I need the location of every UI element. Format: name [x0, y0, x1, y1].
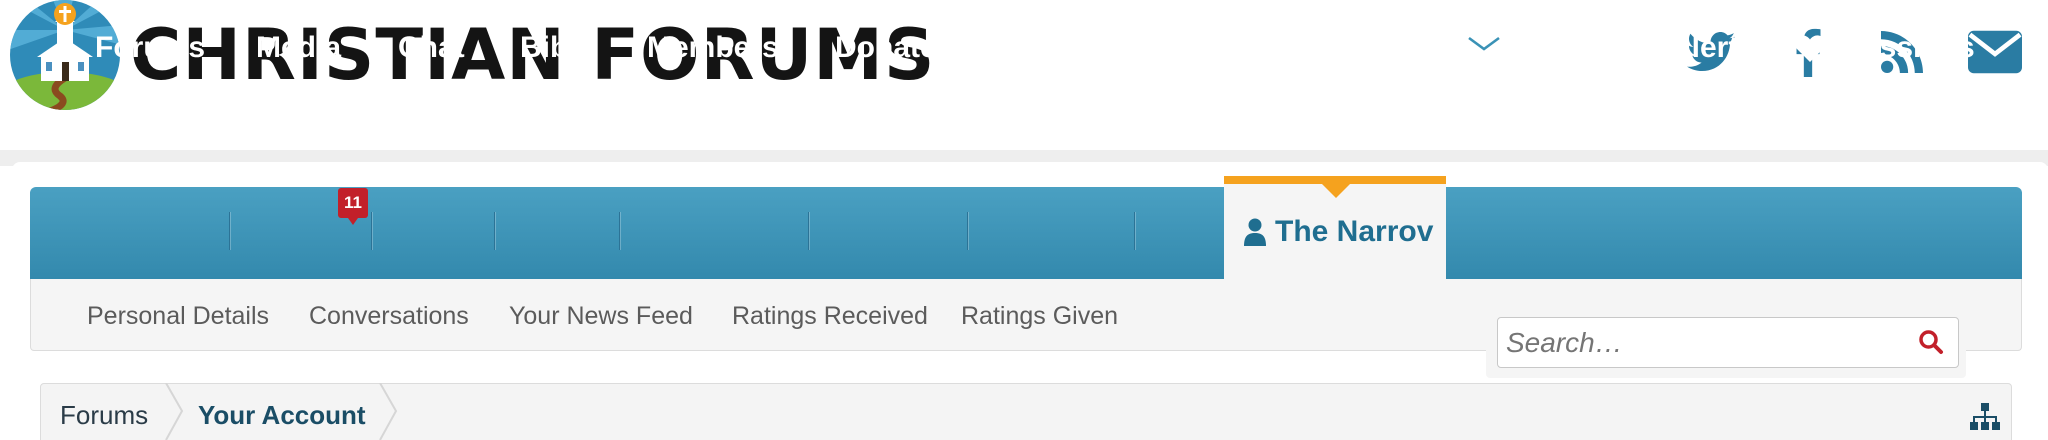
user-icon: [1244, 218, 1266, 246]
subnav-conversations[interactable]: Conversations: [309, 302, 469, 331]
nav-divider: [967, 212, 968, 250]
sitemap-icon[interactable]: [1970, 403, 2000, 433]
alerts-label: Alerts: [1670, 31, 1756, 64]
nav-divider: [1134, 212, 1135, 250]
nav-blessings[interactable]: Blessings: [1795, 0, 1975, 92]
heart-icon: [1795, 34, 1825, 62]
nav-divider: [494, 212, 495, 250]
subnav-personal-details[interactable]: Personal Details: [87, 302, 269, 331]
breadcrumb-separator-icon: [165, 383, 184, 440]
subnav-ratings-received[interactable]: Ratings Received: [732, 302, 928, 331]
envelope-icon: [1468, 36, 1500, 60]
account-name: The Narrov: [1275, 214, 1434, 248]
subnav-ratings-given[interactable]: Ratings Given: [961, 302, 1118, 331]
main-nav: [30, 187, 2022, 279]
more-menu-icon[interactable]: [1160, 0, 1192, 92]
blessings-label: Blessings: [1833, 31, 1975, 64]
nav-divider: [371, 212, 372, 250]
email-icon[interactable]: [1968, 22, 2022, 82]
breadcrumb-your-account[interactable]: Your Account: [198, 400, 366, 431]
active-tab-indicator: [1322, 184, 1350, 198]
nav-divider: [229, 212, 230, 250]
nav-bible[interactable]: Bible: [520, 0, 593, 92]
inbox-label: Inbox: [1510, 31, 1590, 64]
nav-donate[interactable]: Donate: [835, 0, 937, 92]
nav-chat[interactable]: Chat: [398, 0, 465, 92]
search-input[interactable]: [1497, 317, 1959, 368]
breadcrumb-separator-icon: [379, 383, 398, 440]
search-icon[interactable]: [1918, 329, 1944, 355]
bell-icon: [1633, 33, 1659, 63]
nav-forums[interactable]: Forums: [95, 0, 205, 92]
nav-media[interactable]: Media: [256, 0, 341, 92]
nav-members[interactable]: Members: [647, 0, 779, 92]
nav-divider: [808, 212, 809, 250]
subnav-news-feed[interactable]: Your News Feed: [509, 302, 693, 331]
nav-inbox[interactable]: Inbox: [1468, 0, 1590, 92]
nav-alerts[interactable]: Alerts: [1632, 0, 1755, 92]
media-count-badge: 11: [338, 188, 368, 225]
breadcrumb-forums[interactable]: Forums: [60, 400, 148, 431]
nav-support[interactable]: Support: [993, 0, 1108, 92]
nav-divider: [619, 212, 620, 250]
